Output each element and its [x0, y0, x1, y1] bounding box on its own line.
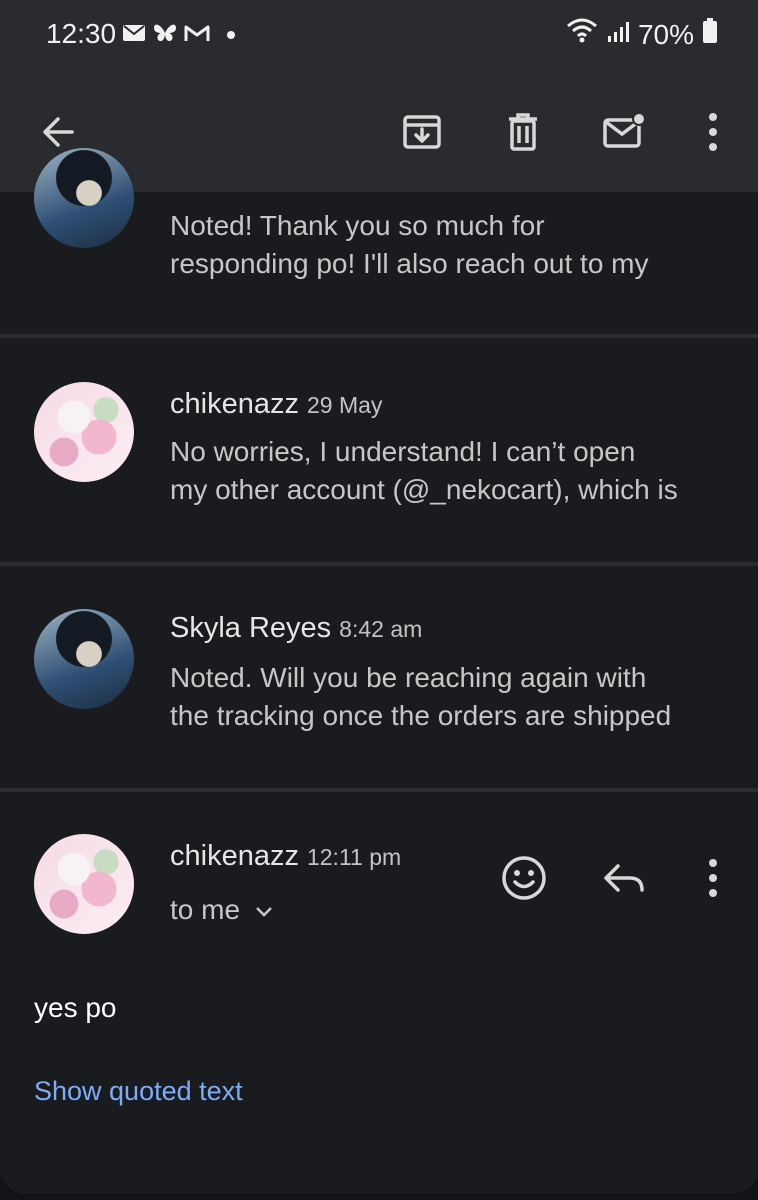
sender-name: Skyla Reyes — [170, 612, 332, 644]
sender-row: chikenazz 29 May — [170, 388, 382, 421]
snippet-line: Noted. Will you be reaching again with — [170, 662, 647, 693]
recipient-toggle[interactable]: to me — [170, 894, 274, 926]
avatar — [34, 834, 134, 934]
delete-icon[interactable] — [493, 102, 553, 162]
more-vert-icon[interactable] — [707, 858, 719, 898]
message-snippet: Noted! Thank you so much for responding … — [170, 207, 740, 283]
battery-percent: 70% — [637, 18, 694, 50]
status-time: 12:30 — [46, 18, 117, 49]
thread-message[interactable]: Skyla Reyes 8:42 am Noted. Will you be re… — [0, 566, 758, 788]
sender-name: chikenazz — [170, 388, 299, 420]
signal-icon — [606, 19, 630, 51]
avatar — [34, 382, 134, 482]
sender-row: Skyla Reyes 8:42 am — [170, 612, 422, 645]
butterfly-icon — [152, 22, 178, 49]
status-bar: 12:30 70% — [0, 0, 758, 72]
more-vert-icon[interactable] — [683, 102, 743, 162]
thread-message[interactable]: Noted! Thank you so much for responding … — [0, 148, 758, 334]
archive-icon[interactable] — [392, 102, 452, 162]
wifi-icon — [566, 18, 598, 51]
avatar — [34, 148, 134, 248]
snippet-line: Noted! Thank you so much for — [170, 210, 545, 241]
snippet-line: No worries, I understand! I can’t open — [170, 436, 636, 467]
open-message: chikenazz 12:11 pm to me yes po Show quot… — [0, 792, 758, 1194]
message-snippet: Noted. Will you be reaching again with t… — [170, 659, 740, 735]
system-status: 70% — [566, 18, 718, 51]
snippet-line: the tracking once the orders are shipped — [170, 700, 672, 731]
notification-icons — [122, 22, 236, 49]
mail-icon — [122, 23, 146, 48]
battery-icon — [702, 18, 718, 51]
message-snippet: No worries, I understand! I can’t open m… — [170, 433, 740, 509]
snippet-line: responding po! I'll also reach out to my — [170, 248, 649, 279]
recipient-label: to me — [170, 894, 241, 925]
mark-unread-icon[interactable] — [594, 102, 654, 162]
sender-name: chikenazz — [170, 840, 299, 872]
chevron-down-icon — [254, 894, 274, 926]
avatar — [34, 609, 134, 709]
message-time: 12:11 pm — [306, 844, 402, 870]
sender-row: chikenazz 12:11 pm — [170, 840, 401, 873]
thread-message[interactable]: chikenazz 29 May No worries, I understand… — [0, 338, 758, 562]
emoji-reaction-icon[interactable] — [498, 852, 550, 904]
snippet-line: my other account (@_nekocart), which is — [170, 474, 678, 505]
message-date: 29 May — [306, 392, 383, 418]
dot-icon — [226, 27, 236, 45]
message-body: yes po — [34, 992, 117, 1023]
reply-icon[interactable] — [600, 854, 650, 902]
show-quoted-text-link[interactable]: Show quoted text — [34, 1076, 243, 1107]
gmail-icon — [184, 23, 210, 48]
message-date: 8:42 am — [339, 616, 423, 642]
